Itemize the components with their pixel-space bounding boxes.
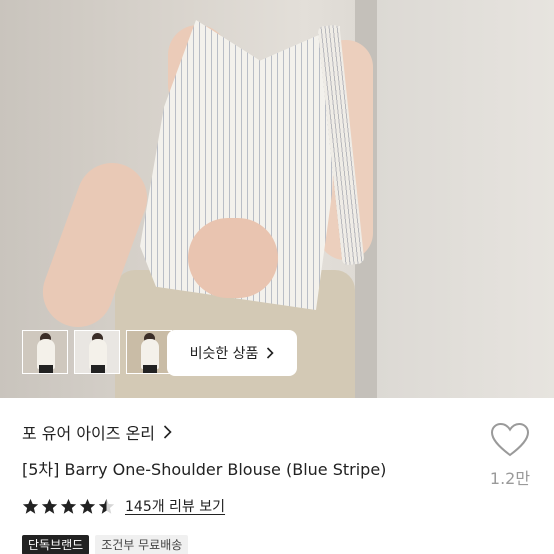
brand-name: 포 유어 아이즈 온리 (22, 424, 156, 443)
brand-link[interactable]: 포 유어 아이즈 온리 (22, 420, 172, 444)
thumbnail-figure-legs (39, 365, 53, 373)
rating-stars (22, 498, 115, 515)
thumbnail-strip (22, 330, 172, 374)
star-half-icon (98, 498, 115, 514)
thumbnail-figure-legs (91, 365, 105, 373)
exclusive-brand-badge: 단독브랜드 (22, 535, 90, 554)
heart-outline-icon[interactable] (490, 422, 530, 458)
thumbnail-1[interactable] (22, 330, 68, 374)
similar-products-button[interactable]: 비슷한 상품 (167, 330, 297, 376)
chevron-right-icon (163, 425, 172, 439)
like-count: 1.2만 (489, 469, 531, 488)
model-hand (188, 218, 278, 298)
chevron-right-icon (267, 347, 275, 359)
free-shipping-badge: 조건부 무료배송 (95, 535, 189, 554)
rating-row: 145개 리뷰 보기 (22, 496, 225, 516)
star-icon (22, 498, 39, 514)
similar-products-label: 비슷한 상품 (189, 346, 259, 362)
star-icon (60, 498, 77, 514)
background-wall (377, 0, 554, 398)
star-icon (79, 498, 96, 514)
star-icon (41, 498, 58, 514)
badge-row: 단독브랜드 조건부 무료배송 (22, 535, 189, 554)
reviews-link[interactable]: 145개 리뷰 보기 (125, 496, 225, 516)
thumbnail-figure-legs (143, 365, 157, 373)
thumbnail-3[interactable] (126, 330, 172, 374)
product-title: [5차] Barry One-Shoulder Blouse (Blue Str… (22, 460, 387, 479)
thumbnail-2[interactable] (74, 330, 120, 374)
